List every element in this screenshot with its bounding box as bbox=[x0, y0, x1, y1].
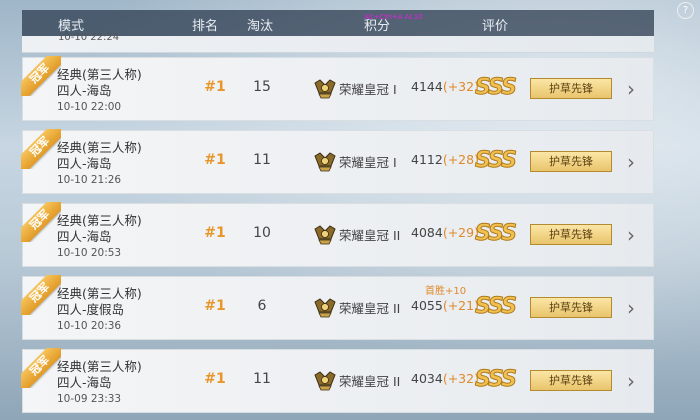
champion-badge: 冠军 bbox=[21, 202, 61, 242]
crown-tier-icon bbox=[314, 152, 336, 172]
match-mode-block: 经典(第三人称) 四人-海岛 10-10 21:26 bbox=[57, 140, 142, 188]
header-rating: 评价 bbox=[482, 19, 509, 34]
match-mode-block: 经典(第三人称) 四人-度假岛 10-10 20:36 bbox=[57, 286, 142, 334]
match-score: 4055(+21) bbox=[411, 298, 479, 313]
match-mode: 经典(第三人称) bbox=[57, 359, 142, 374]
match-mode: 经典(第三人称) bbox=[57, 67, 142, 82]
match-row[interactable]: 冠军 经典(第三人称) 四人-海岛 10-10 20:53 #1 10 荣耀皇冠… bbox=[21, 202, 654, 267]
score-delta: (+21) bbox=[442, 298, 479, 313]
achievement-tag[interactable]: 护草先锋 bbox=[530, 78, 612, 99]
achievement-tag[interactable]: 护草先锋 bbox=[530, 370, 612, 391]
chevron-right-icon[interactable]: › bbox=[627, 296, 641, 320]
match-map: 四人-海岛 bbox=[57, 375, 112, 390]
grade-rating: SSS bbox=[475, 221, 518, 247]
match-mode-block: 经典(第三人称) 四人-海岛 10-09 23:33 bbox=[57, 359, 142, 407]
match-mode: 经典(第三人称) bbox=[57, 213, 142, 228]
match-time: 10-10 20:53 bbox=[57, 247, 122, 259]
champion-badge: 冠军 bbox=[21, 275, 61, 315]
crown-tier-icon bbox=[314, 79, 336, 99]
chevron-right-icon[interactable]: › bbox=[627, 223, 641, 247]
help-icon[interactable]: ? bbox=[677, 2, 694, 19]
champion-ribbon: 冠军 bbox=[21, 202, 61, 242]
first-win-bonus: 首胜+10 bbox=[425, 286, 467, 297]
match-map: 四人-海岛 bbox=[57, 156, 112, 171]
chevron-right-icon[interactable]: › bbox=[627, 150, 641, 174]
match-map: 四人-度假岛 bbox=[57, 302, 125, 317]
chevron-right-icon[interactable]: › bbox=[627, 77, 641, 101]
score-value: 4112 bbox=[411, 152, 443, 167]
match-mode: 经典(第三人称) bbox=[57, 286, 142, 301]
achievement-tag[interactable]: 护草先锋 bbox=[530, 297, 612, 318]
match-score: 4034(+32) bbox=[411, 371, 479, 386]
match-mode-block: 经典(第三人称) 四人-海岛 10-10 22:00 bbox=[57, 67, 142, 115]
match-eliminations: 10 bbox=[253, 225, 271, 241]
match-score: 4112(+28) bbox=[411, 152, 479, 167]
match-eliminations: 11 bbox=[253, 371, 271, 387]
match-tier: 荣耀皇冠 I bbox=[339, 82, 397, 97]
score-value: 4034 bbox=[411, 371, 443, 386]
match-tier: 荣耀皇冠 II bbox=[339, 301, 401, 316]
champion-ribbon: 冠军 bbox=[21, 275, 61, 315]
list-item-partial[interactable]: 10-10 22:24 bbox=[22, 32, 654, 53]
achievement-tag[interactable]: 护草先锋 bbox=[530, 151, 612, 172]
grade-rating: SSS bbox=[475, 294, 518, 320]
grade-rating: SSS bbox=[475, 367, 518, 393]
match-row[interactable]: 冠军 经典(第三人称) 四人-度假岛 10-10 20:36 #1 6 荣耀皇冠… bbox=[21, 275, 654, 340]
grade-rating: SSS bbox=[475, 148, 518, 174]
header-eliminations: 淘汰 bbox=[247, 19, 274, 34]
match-time: 10-09 23:33 bbox=[57, 393, 122, 405]
champion-badge: 冠军 bbox=[21, 56, 61, 96]
match-rank: #1 bbox=[204, 225, 226, 241]
match-row[interactable]: 冠军 经典(第三人称) 四人-海岛 10-10 21:26 #1 11 荣耀皇冠… bbox=[21, 129, 654, 194]
match-score: 4084(+29) bbox=[411, 225, 479, 240]
match-time: 10-10 21:26 bbox=[57, 174, 122, 186]
match-map: 四人-海岛 bbox=[57, 83, 112, 98]
grade-rating: SSS bbox=[475, 75, 518, 101]
match-mode-block: 经典(第三人称) 四人-海岛 10-10 20:53 bbox=[57, 213, 142, 261]
champion-badge: 冠军 bbox=[21, 129, 61, 169]
champion-ribbon: 冠军 bbox=[21, 348, 61, 388]
crown-tier-icon bbox=[314, 225, 336, 245]
match-row[interactable]: 冠军 经典(第三人称) 四人-海岛 10-09 23:33 #1 11 荣耀皇冠… bbox=[21, 348, 654, 413]
match-score: 4144(+32) bbox=[411, 79, 479, 94]
match-tier: 荣耀皇冠 I bbox=[339, 155, 397, 170]
match-rank: #1 bbox=[204, 79, 226, 95]
score-value: 4084 bbox=[411, 225, 443, 240]
match-mode: 经典(第三人称) bbox=[57, 140, 142, 155]
crown-tier-icon bbox=[314, 371, 336, 391]
match-time: 10-10 22:24 bbox=[58, 32, 120, 43]
match-time: 10-10 22:00 bbox=[57, 101, 122, 113]
score-delta: (+32) bbox=[442, 371, 479, 386]
match-tier: 荣耀皇冠 II bbox=[339, 374, 401, 389]
match-eliminations: 11 bbox=[253, 152, 271, 168]
match-rank: #1 bbox=[204, 298, 226, 314]
match-eliminations: 15 bbox=[253, 79, 271, 95]
match-time: 10-10 20:36 bbox=[57, 320, 122, 332]
match-map: 四人-海岛 bbox=[57, 229, 112, 244]
champion-ribbon: 冠军 bbox=[21, 129, 61, 169]
score-delta: (+28) bbox=[442, 152, 479, 167]
score-delta: (+32) bbox=[442, 79, 479, 94]
header-rank: 排名 bbox=[192, 19, 219, 34]
champion-ribbon: 冠军 bbox=[21, 56, 61, 96]
crown-tier-icon bbox=[314, 298, 336, 318]
overlay-hotkey-text: Alt+Ctrl+A AI.10 bbox=[364, 13, 423, 21]
match-rank: #1 bbox=[204, 371, 226, 387]
score-value: 4144 bbox=[411, 79, 443, 94]
score-value: 4055 bbox=[411, 298, 443, 313]
score-delta: (+29) bbox=[442, 225, 479, 240]
chevron-right-icon[interactable]: › bbox=[627, 369, 641, 393]
match-eliminations: 6 bbox=[257, 298, 267, 314]
champion-badge: 冠军 bbox=[21, 348, 61, 388]
achievement-tag[interactable]: 护草先锋 bbox=[530, 224, 612, 245]
match-tier: 荣耀皇冠 II bbox=[339, 228, 401, 243]
match-row[interactable]: 冠军 经典(第三人称) 四人-海岛 10-10 22:00 #1 15 荣耀皇冠… bbox=[21, 56, 654, 121]
match-rank: #1 bbox=[204, 152, 226, 168]
